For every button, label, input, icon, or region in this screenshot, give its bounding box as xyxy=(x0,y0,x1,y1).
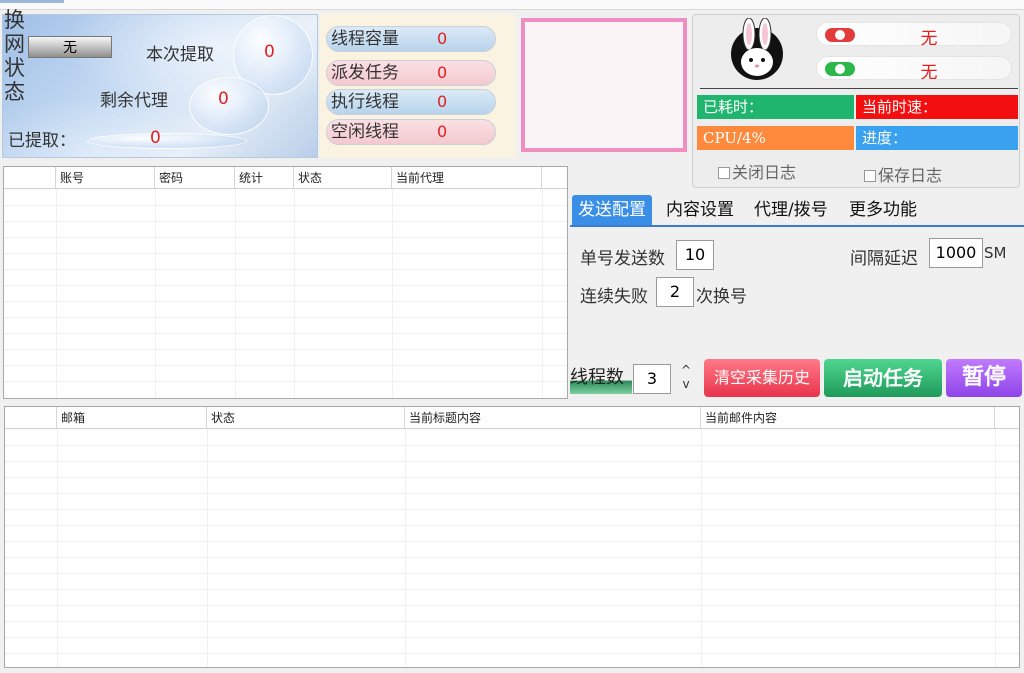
column-header-status[interactable]: 状态 xyxy=(207,407,405,429)
column-header-status[interactable]: 状态 xyxy=(294,167,392,189)
close-log-checkbox[interactable]: 关闭日志 xyxy=(718,159,796,183)
cpu-usage: CPU/4% xyxy=(697,126,854,150)
status-indicator-1: 无 xyxy=(816,22,1012,49)
column-header[interactable] xyxy=(4,167,56,189)
consecutive-fail-input[interactable]: 2 xyxy=(656,277,694,307)
tab-more-functions[interactable]: 更多功能 xyxy=(849,195,917,225)
column-header-current-proxy[interactable]: 当前代理 xyxy=(392,167,542,189)
progress: 进度： xyxy=(856,126,1018,150)
extracted-value: 0 xyxy=(150,128,161,148)
current-speed: 当前时速： xyxy=(856,95,1018,119)
consecutive-fail-label: 连续失败 xyxy=(580,287,648,307)
per-account-send-label: 单号发送数 xyxy=(580,249,665,269)
column-header-account[interactable]: 账号 xyxy=(56,167,155,189)
this-extract-value: 0 xyxy=(264,42,275,62)
column-header-password[interactable]: 密码 xyxy=(155,167,235,189)
remaining-proxy-label: 剩余代理 xyxy=(100,91,168,111)
thread-count-input[interactable]: 3 xyxy=(633,364,671,394)
start-task-button[interactable]: 启动任务 xyxy=(824,359,942,397)
interval-delay-input[interactable]: 1000 xyxy=(929,238,983,268)
switch-account-suffix: 次换号 xyxy=(696,287,747,307)
chevron-down-icon[interactable]: v xyxy=(676,377,696,391)
stat-idle-threads: 空闲线程 0 xyxy=(326,119,496,145)
stat-dispatched-tasks: 派发任务 0 xyxy=(326,60,496,86)
interval-unit: SM xyxy=(984,244,1007,262)
tab-send-config[interactable]: 发送配置 xyxy=(572,195,652,225)
stat-thread-capacity: 线程容量 0 xyxy=(326,26,496,52)
elapsed-time: 已耗时： xyxy=(697,95,854,119)
stat-running-threads: 执行线程 0 xyxy=(326,89,496,115)
clear-history-button[interactable]: 清空采集历史 xyxy=(704,359,820,397)
per-account-send-input[interactable]: 10 xyxy=(676,240,714,270)
switch-network-button[interactable]: 无 xyxy=(28,36,112,58)
switch-status-label: 换网状态 xyxy=(4,8,25,104)
tab-content-settings[interactable]: 内容设置 xyxy=(666,195,734,225)
thread-count-spinner[interactable]: ^ v xyxy=(676,363,696,395)
pause-button[interactable]: 暂停 xyxy=(946,359,1022,397)
thread-count-label: 线程数 xyxy=(570,364,632,394)
checkbox-icon xyxy=(718,167,730,179)
title-strip xyxy=(0,0,1024,10)
preview-box xyxy=(521,18,687,152)
column-header-current-mail[interactable]: 当前邮件内容 xyxy=(701,407,995,429)
accounts-table-header: 账号 密码 统计 状态 当前代理 xyxy=(4,167,567,189)
accounts-table: 账号 密码 统计 状态 当前代理 xyxy=(3,166,568,399)
tab-proxy-dialup[interactable]: 代理/拨号 xyxy=(754,195,828,225)
bunny-avatar xyxy=(731,18,783,80)
this-extract-label: 本次提取 xyxy=(146,45,214,65)
mail-table-header: 邮箱 状态 当前标题内容 当前邮件内容 xyxy=(5,407,1019,429)
column-header-stats[interactable]: 统计 xyxy=(235,167,294,189)
status-indicator-2: 无 xyxy=(816,56,1012,83)
column-header-email[interactable]: 邮箱 xyxy=(57,407,207,429)
save-log-checkbox[interactable]: 保存日志 xyxy=(864,162,942,186)
column-header[interactable] xyxy=(5,407,57,429)
mail-table: 邮箱 状态 当前标题内容 当前邮件内容 xyxy=(4,406,1020,668)
chevron-up-icon[interactable]: ^ xyxy=(676,363,696,377)
extracted-label: 已提取： xyxy=(8,131,76,151)
column-header-current-subject[interactable]: 当前标题内容 xyxy=(405,407,701,429)
info-divider xyxy=(700,88,1018,89)
interval-delay-label: 间隔延迟 xyxy=(850,249,918,269)
checkbox-icon xyxy=(864,170,876,182)
remaining-proxy-value: 0 xyxy=(218,89,229,109)
config-tabbar: 发送配置 内容设置 代理/拨号 更多功能 xyxy=(570,195,1024,227)
